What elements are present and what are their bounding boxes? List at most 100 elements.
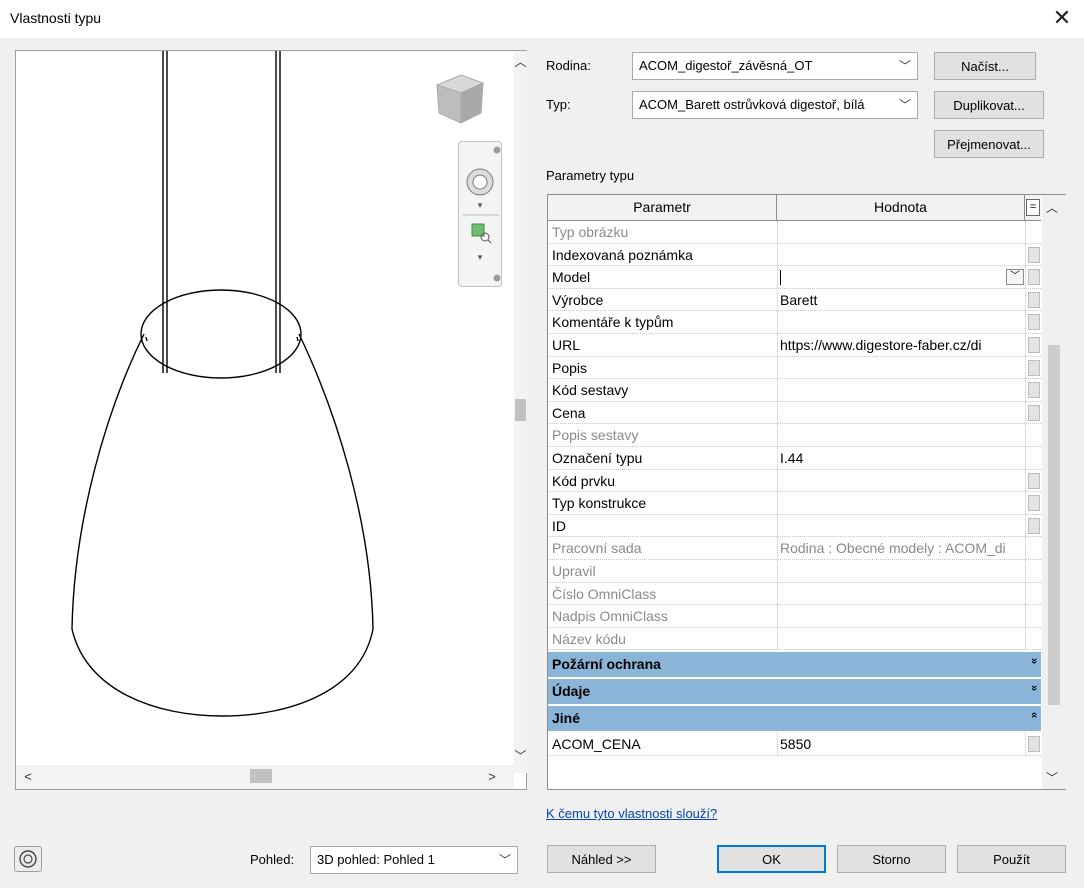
param-name: Cena	[552, 404, 586, 421]
table-row[interactable]: Komentáře k typům	[548, 311, 1041, 334]
group-label: Údaje	[552, 683, 591, 700]
param-name: Popis	[552, 359, 588, 376]
param-value[interactable]: 5850	[780, 736, 1024, 752]
view-value: 3D pohled: Pohled 1	[317, 852, 435, 867]
group-other[interactable]: Jiné «	[548, 706, 1041, 732]
preview-horizontal-scrollbar[interactable]: < >	[16, 765, 514, 789]
display-mode-button[interactable]	[14, 846, 42, 872]
table-row[interactable]: Název kódu	[548, 627, 1041, 651]
table-row[interactable]: ACOM_CENA 5850	[548, 733, 1041, 756]
scroll-left-icon[interactable]: <	[20, 769, 36, 785]
view-label: Pohled:	[250, 852, 295, 867]
preview-hscroll-thumb[interactable]	[250, 769, 272, 783]
param-name: Výrobce	[552, 291, 604, 308]
formula-cell[interactable]	[1028, 336, 1040, 353]
chevron-down-icon[interactable]: ﹀	[1006, 269, 1024, 286]
display-mode-icon	[19, 850, 37, 868]
table-row[interactable]: ID	[548, 514, 1041, 538]
formula-cell[interactable]	[1028, 246, 1040, 263]
scroll-up-icon[interactable]: ︿	[514, 53, 527, 69]
close-icon: ✕	[1052, 5, 1072, 30]
group-fire-protection[interactable]: Požární ochrana »	[548, 652, 1041, 678]
chevron-down-icon: ﹀	[898, 98, 911, 112]
rename-button[interactable]: Přejmenovat...	[934, 130, 1044, 158]
svg-text:▾: ▾	[478, 252, 483, 262]
header-formula[interactable]: =	[1026, 199, 1040, 216]
scroll-up-icon[interactable]: ︿	[1046, 199, 1058, 216]
collapse-icon: «	[1027, 712, 1040, 719]
table-row[interactable]: Typ obrázku	[548, 221, 1041, 244]
navigation-bar: ▾ ▾	[458, 141, 502, 287]
param-name: Indexovaná poznámka	[552, 246, 693, 263]
table-row[interactable]: Nadpis OmniClass	[548, 605, 1041, 628]
formula-cell[interactable]	[1028, 472, 1040, 489]
formula-cell[interactable]	[1028, 291, 1040, 308]
param-value[interactable]: https://www.digestore-faber.cz/di	[780, 337, 1024, 353]
table-row[interactable]: URL https://www.digestore-faber.cz/di	[548, 333, 1041, 357]
group-label: Požární ochrana	[552, 656, 661, 673]
preview-panel[interactable]: ▾ ▾ ︿ ﹀ < >	[15, 50, 527, 790]
preview-drawing	[71, 51, 374, 717]
table-scrollbar[interactable]: ︿ ﹀	[1042, 195, 1066, 789]
table-row[interactable]: Model ﹀	[548, 266, 1041, 289]
table-row[interactable]: Popis	[548, 356, 1041, 380]
table-scroll-thumb[interactable]	[1048, 345, 1060, 705]
table-row[interactable]: Kód sestavy	[548, 379, 1041, 402]
param-name: Název kódu	[552, 630, 626, 647]
svg-text:▾: ▾	[478, 200, 483, 210]
param-value[interactable]: I.44	[780, 450, 1024, 466]
zoom-icon	[471, 223, 492, 244]
help-link[interactable]: K čemu tyto vlastnosti slouží?	[546, 806, 717, 821]
table-row[interactable]: Popis sestavy	[548, 424, 1041, 447]
formula-cell[interactable]	[1028, 269, 1040, 286]
view-select[interactable]: 3D pohled: Pohled 1 ﹀	[310, 846, 518, 874]
table-row[interactable]: Pracovní sada Rodina : Obecné modely : AC…	[548, 537, 1041, 560]
cancel-button[interactable]: Storno	[837, 845, 946, 873]
table-row[interactable]: Kód prvku	[548, 469, 1041, 493]
formula-cell[interactable]	[1028, 314, 1040, 331]
table-row[interactable]: Typ konstrukce	[548, 492, 1041, 515]
formula-cell[interactable]	[1028, 404, 1040, 421]
formula-cell[interactable]	[1028, 359, 1040, 376]
formula-cell[interactable]	[1028, 736, 1040, 753]
family-select[interactable]: ACOM_digestoř_závěsná_OT ﹀	[632, 52, 918, 80]
close-button[interactable]: ✕	[1048, 4, 1076, 32]
apply-button[interactable]: Použít	[957, 845, 1066, 873]
scroll-right-icon[interactable]: >	[484, 769, 500, 785]
table-row[interactable]: Upravil	[548, 559, 1041, 583]
viewcube-icon[interactable]	[431, 69, 487, 129]
param-name: Popis sestavy	[552, 427, 639, 444]
header-parameter[interactable]: Parametr	[548, 195, 777, 220]
duplicate-button[interactable]: Duplikovat...	[934, 91, 1044, 119]
group-data[interactable]: Údaje »	[548, 679, 1041, 705]
param-name: URL	[552, 336, 581, 353]
param-value[interactable]: Barett	[780, 292, 1024, 308]
formula-cell[interactable]	[1028, 495, 1040, 512]
param-name: Typ obrázku	[552, 224, 629, 240]
expand-icon: »	[1027, 685, 1040, 692]
ok-button[interactable]: OK	[717, 845, 826, 873]
type-label: Typ:	[546, 97, 571, 112]
scroll-down-icon[interactable]: ﹀	[514, 747, 527, 763]
formula-cell[interactable]	[1028, 382, 1040, 399]
text-cursor	[780, 270, 781, 286]
expand-icon: »	[1027, 658, 1040, 665]
param-name: Typ konstrukce	[552, 495, 647, 512]
table-row[interactable]: Cena	[548, 401, 1041, 425]
table-row[interactable]: Indexovaná poznámka	[548, 243, 1041, 267]
formula-cell[interactable]	[1028, 517, 1040, 534]
scroll-down-icon[interactable]: ﹀	[1046, 769, 1058, 786]
preview-vertical-scrollbar[interactable]: ︿ ﹀	[514, 51, 527, 773]
load-button[interactable]: Načíst...	[934, 52, 1036, 80]
preview-vscroll-thumb[interactable]	[515, 399, 526, 421]
header-value[interactable]: Hodnota	[777, 195, 1025, 220]
param-name: Komentáře k typům	[552, 314, 674, 331]
type-select[interactable]: ACOM_Barett ostrůvková digestoř, bílá ﹀	[632, 91, 918, 119]
table-row[interactable]: Číslo OmniClass	[548, 582, 1041, 606]
steering-wheel-icon	[466, 168, 494, 196]
preview-button[interactable]: Náhled >>	[547, 845, 656, 873]
table-row[interactable]: Označení typu I.44	[548, 446, 1041, 470]
param-name: Kód sestavy	[552, 382, 629, 399]
table-row[interactable]: Výrobce Barett	[548, 288, 1041, 312]
family-label: Rodina:	[546, 58, 591, 73]
